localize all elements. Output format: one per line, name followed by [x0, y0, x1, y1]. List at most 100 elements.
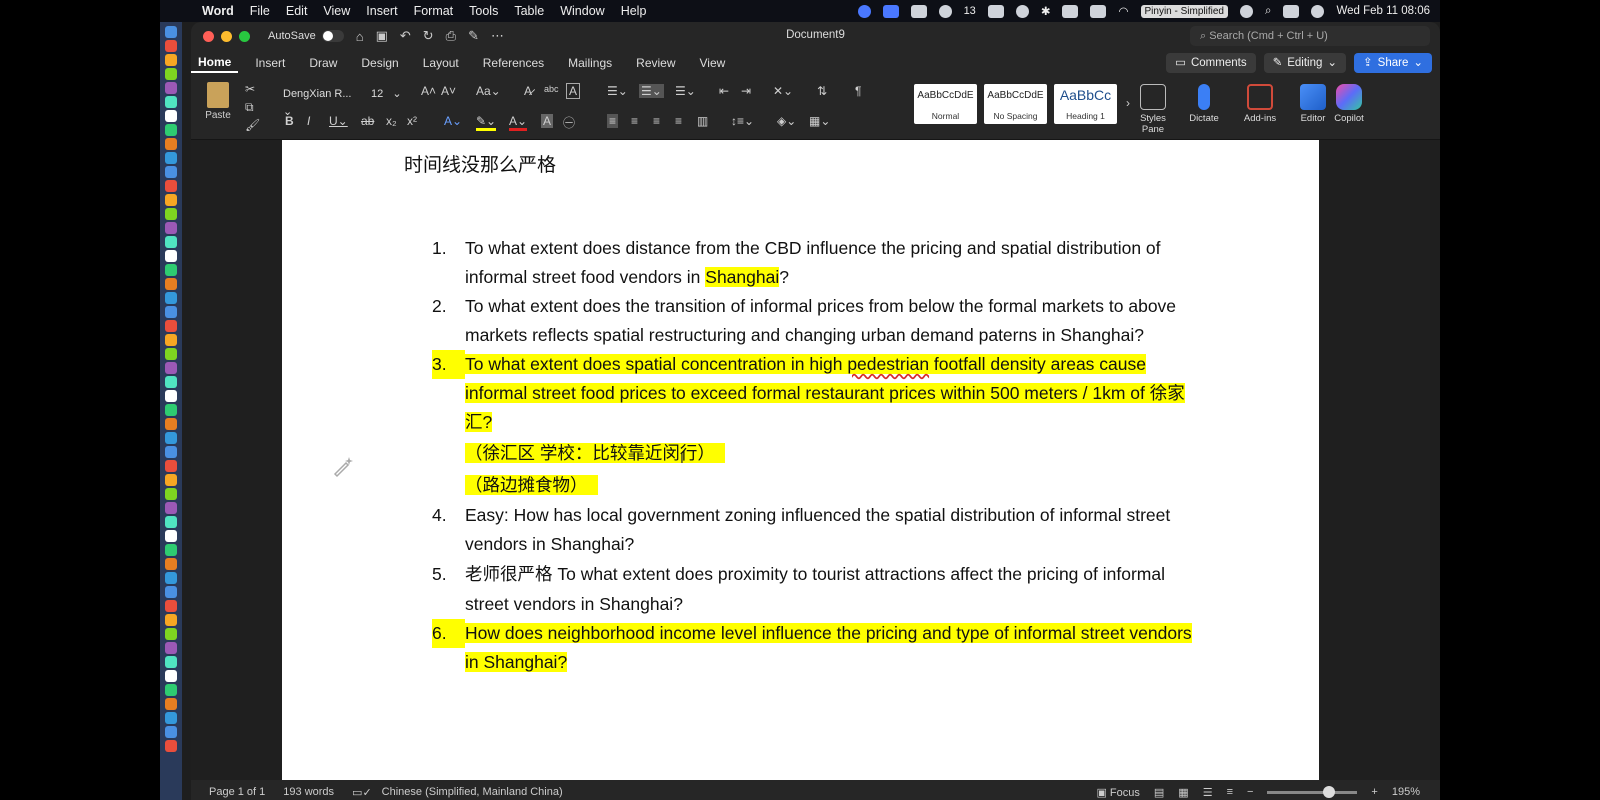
editing-mode-button[interactable]: ✎ Editing ⌄	[1263, 53, 1347, 73]
share-button[interactable]: ⇪ Share ⌄	[1354, 53, 1432, 73]
dock-app-icon[interactable]	[165, 292, 177, 304]
dock-app-icon[interactable]	[165, 418, 177, 430]
dock-app-icon[interactable]	[165, 26, 177, 38]
focus-button[interactable]: ▣ Focus	[1096, 786, 1139, 799]
dock-app-icon[interactable]	[165, 460, 177, 472]
bluetooth-icon[interactable]: ✱	[1041, 4, 1051, 18]
asian-layout-icon[interactable]: ✕⌄	[773, 84, 793, 98]
dock-app-icon[interactable]	[165, 656, 177, 668]
paste-button[interactable]: Paste	[203, 82, 233, 121]
dock-app-icon[interactable]	[165, 488, 177, 500]
dock-app-icon[interactable]	[165, 208, 177, 220]
enclose-characters-icon[interactable]: ㊀	[563, 114, 575, 131]
edit-icon[interactable]: ✎	[468, 28, 479, 44]
user-icon[interactable]	[1239, 4, 1253, 18]
dock-app-icon[interactable]	[165, 530, 177, 542]
dock-app-icon[interactable]	[165, 670, 177, 682]
zoom-level[interactable]: 195%	[1392, 786, 1420, 798]
fullscreen-window-button[interactable]	[239, 30, 250, 42]
superscript-button[interactable]: x²	[407, 114, 417, 128]
dictate-button[interactable]: Dictate	[1184, 84, 1224, 124]
dock-app-icon[interactable]	[165, 712, 177, 724]
zoom-in-icon[interactable]: +	[1371, 786, 1377, 798]
italic-button[interactable]: I	[307, 114, 310, 128]
menu-app-word[interactable]: Word	[202, 4, 234, 18]
dock-app-icon[interactable]	[165, 222, 177, 234]
increase-indent-icon[interactable]: ⇥	[741, 84, 751, 98]
dock-app-icon[interactable]	[165, 306, 177, 318]
align-left-button[interactable]: ≡	[607, 114, 619, 128]
minimize-window-button[interactable]	[221, 30, 232, 42]
play-icon[interactable]	[1015, 4, 1029, 18]
underline-button[interactable]: U⌄	[329, 114, 348, 128]
dock-app-icon[interactable]	[165, 432, 177, 444]
question-item-3[interactable]: 3. To what extent does spatial concentrat…	[432, 350, 1192, 501]
battery-icon[interactable]	[1090, 4, 1107, 18]
question-item-2[interactable]: 2. To what extent does the transition of …	[432, 292, 1192, 350]
autosave-toggle[interactable]	[321, 30, 344, 42]
dock-app-icon[interactable]	[165, 54, 177, 66]
menubar-datetime[interactable]: Wed Feb 11 08:06	[1336, 5, 1430, 17]
multilevel-list-icon[interactable]: ☰⌄	[675, 84, 696, 98]
tab-draw[interactable]: Draw	[302, 54, 344, 72]
change-case-icon[interactable]: Aa⌄	[476, 84, 501, 98]
bold-button[interactable]: B	[285, 114, 294, 128]
styles-more-chevron-icon[interactable]: ›	[1126, 96, 1130, 110]
style-no-spacing[interactable]: AaBbCcDdE No Spacing	[984, 84, 1047, 124]
comments-button[interactable]: ▭ Comments	[1166, 53, 1256, 73]
strikethrough-button[interactable]: ab	[361, 114, 374, 128]
spelling-flagged-word[interactable]: pedestrian	[847, 354, 929, 374]
dock-app-icon[interactable]	[165, 82, 177, 94]
stage-manager-icon[interactable]	[987, 4, 1004, 18]
dock-app-icon[interactable]	[165, 446, 177, 458]
dock-app-icon[interactable]	[165, 390, 177, 402]
text-effects-icon[interactable]: A⌄	[444, 114, 462, 128]
print-icon[interactable]: ⎙	[446, 28, 456, 44]
dock-app-icon[interactable]	[165, 264, 177, 276]
print-layout-view-icon[interactable]: ▤	[1154, 786, 1164, 799]
input-method-indicator[interactable]: Pinyin - Simplified	[1140, 4, 1228, 18]
dock-app-icon[interactable]	[165, 628, 177, 640]
web-layout-view-icon[interactable]: ▦	[1178, 786, 1188, 799]
dock-app-icon[interactable]	[165, 404, 177, 416]
menu-tools[interactable]: Tools	[469, 4, 498, 18]
menu-file[interactable]: File	[250, 4, 270, 18]
character-shading-icon[interactable]: A	[541, 114, 554, 128]
font-color-icon[interactable]: A⌄	[509, 114, 528, 131]
shading-icon[interactable]: ◈⌄	[777, 114, 796, 128]
redo-icon[interactable]: ↻	[423, 28, 434, 44]
menu-table[interactable]: Table	[514, 4, 544, 18]
clear-formatting-icon[interactable]: A̷	[524, 84, 532, 98]
styles-pane-button[interactable]: Styles Pane	[1136, 84, 1170, 135]
zoom-app-icon[interactable]	[857, 4, 871, 18]
tab-references[interactable]: References	[476, 54, 551, 72]
font-name-select[interactable]: DengXian R... ⌄	[279, 85, 361, 118]
sort-icon[interactable]: ⇅	[817, 84, 827, 98]
dock-app-icon[interactable]	[165, 180, 177, 192]
dock-app-icon[interactable]	[165, 110, 177, 122]
dock-app-icon[interactable]	[165, 516, 177, 528]
close-window-button[interactable]	[203, 30, 214, 42]
language-indicator[interactable]: Chinese (Simplified, Mainland China)	[382, 786, 563, 798]
align-center-button[interactable]: ≡	[631, 114, 638, 128]
dock-app-icon[interactable]	[165, 124, 177, 136]
page-count[interactable]: Page 1 of 1	[209, 786, 265, 798]
dock-app-icon[interactable]	[165, 68, 177, 80]
dock-app-icon[interactable]	[165, 474, 177, 486]
document-page[interactable]: 时间线没那么严格 1. To what extent does distance …	[282, 140, 1319, 780]
highlight-color-icon[interactable]: ✎⌄	[476, 114, 497, 131]
tab-design[interactable]: Design	[354, 54, 405, 72]
dock-app-icon[interactable]	[165, 236, 177, 248]
borders-icon[interactable]: ▦⌄	[809, 114, 830, 128]
addins-button[interactable]: Add-ins	[1240, 84, 1280, 124]
dock-app-icon[interactable]	[165, 320, 177, 332]
dock-app-icon[interactable]	[165, 684, 177, 696]
siri-icon[interactable]	[1311, 4, 1325, 18]
spotlight-search-icon[interactable]: ⌕	[1265, 5, 1271, 18]
home-icon[interactable]: ⌂	[356, 29, 364, 44]
dock-app-icon[interactable]	[165, 376, 177, 388]
dock-app-icon[interactable]	[165, 614, 177, 626]
zoom-slider[interactable]	[1267, 785, 1358, 798]
dock-app-icon[interactable]	[165, 698, 177, 710]
dock-app-icon[interactable]	[165, 152, 177, 164]
